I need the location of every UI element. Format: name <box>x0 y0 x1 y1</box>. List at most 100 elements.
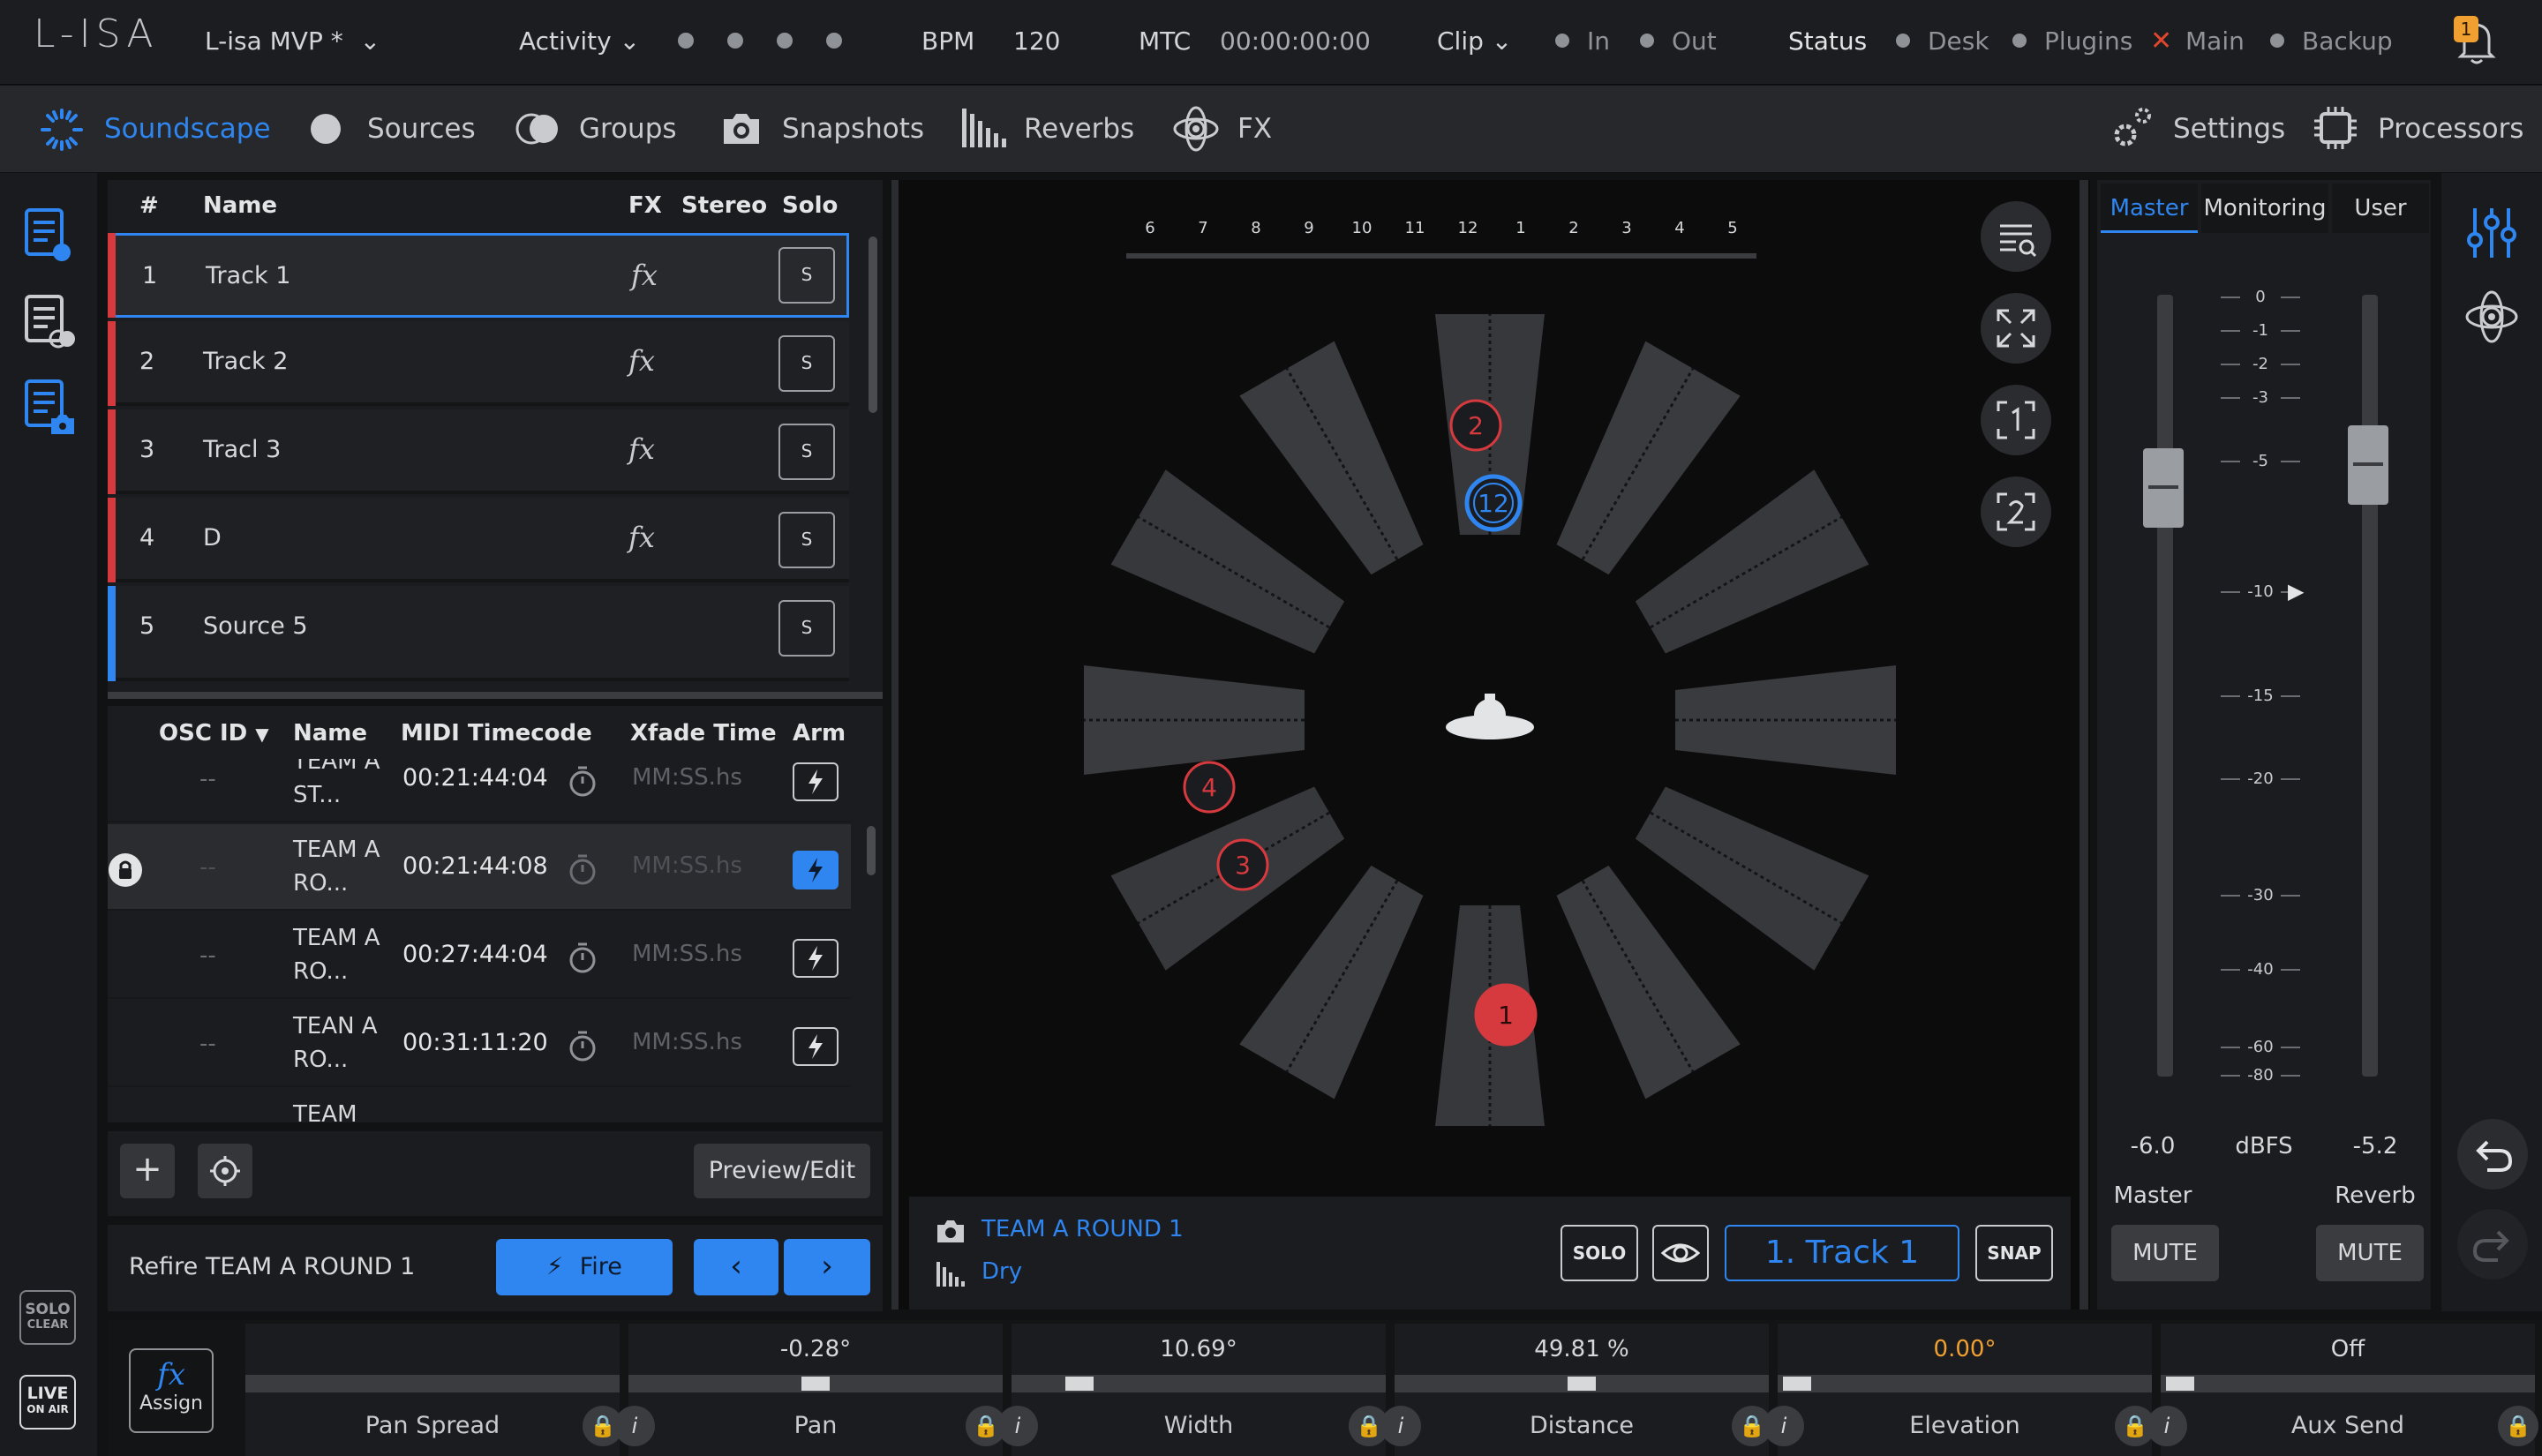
processors-button[interactable]: Processors <box>2378 112 2523 146</box>
col-snap-name[interactable]: Name <box>293 720 367 747</box>
arm-button-active[interactable] <box>793 851 839 889</box>
source-list-view-icon[interactable] <box>23 206 72 263</box>
table-row[interactable]: -- TEAM A ST... 00:21:44:04 MM:SS.hs <box>108 759 851 822</box>
current-reverb-name[interactable]: Dry <box>981 1258 1022 1285</box>
source-marker[interactable]: 3 <box>1216 838 1269 891</box>
settings-button[interactable]: Settings <box>2173 112 2285 146</box>
fire-button[interactable]: ⚡ Fire <box>496 1239 673 1295</box>
param-width[interactable]: 10.69° Width 🔒 i <box>997 1324 1389 1456</box>
visibility-button[interactable] <box>1652 1225 1709 1281</box>
source-marker[interactable]: 1 <box>1474 983 1538 1047</box>
col-osc-id[interactable]: OSC ID ▼ <box>159 720 269 747</box>
tab-user[interactable]: User <box>2332 184 2429 233</box>
panel-splitter[interactable] <box>108 692 883 699</box>
fx-assign-button[interactable]: fx Assign <box>129 1348 214 1433</box>
param-elevation[interactable]: 0.00° Elevation 🔒 i <box>1764 1324 2155 1456</box>
info-icon[interactable]: i <box>997 1406 1038 1446</box>
live-on-air-button[interactable]: LIVE ON AIR <box>19 1375 76 1430</box>
stopwatch-icon[interactable] <box>567 941 598 974</box>
clip-dropdown[interactable]: Clip ⌄ <box>1437 26 1512 56</box>
tab-master[interactable]: Master <box>2101 184 2198 233</box>
notification-bell[interactable]: 1 <box>2450 14 2503 67</box>
param-slider[interactable] <box>2161 1375 2535 1392</box>
tab-sources[interactable]: Sources <box>367 112 476 146</box>
info-icon[interactable]: i <box>1380 1406 1421 1446</box>
col-midi-timecode[interactable]: MIDI Timecode <box>401 720 592 747</box>
master-mute-button[interactable]: MUTE <box>2111 1225 2219 1281</box>
table-row[interactable]: -- TEAM A RO... 00:27:44:04 MM:SS.hs <box>108 912 851 999</box>
reverb-fader-handle[interactable] <box>2348 425 2388 505</box>
midi-timecode[interactable]: 00:21:44:08 <box>402 852 548 880</box>
param-pan[interactable]: -0.28° Pan 🔒 i <box>614 1324 1006 1456</box>
xfade-time[interactable]: MM:SS.hs <box>632 764 742 791</box>
table-row[interactable]: 1 Track 1 fx S <box>108 233 849 318</box>
previous-snapshot-button[interactable]: ‹ <box>694 1239 778 1295</box>
param-aux-send[interactable]: Off Aux Send 🔒 i <box>2147 1324 2538 1456</box>
selected-source-display[interactable]: 1. Track 1 <box>1725 1225 1959 1281</box>
info-icon[interactable]: i <box>614 1406 655 1446</box>
reverb-mute-button[interactable]: MUTE <box>2316 1225 2424 1281</box>
solo-toggle-button[interactable]: SOLO <box>1561 1225 1638 1281</box>
tab-snapshots[interactable]: Snapshots <box>782 112 924 146</box>
table-row[interactable]: 3 Tracl 3 fx S <box>108 409 849 494</box>
table-row[interactable]: -- TEAM A RO... 00:21:44:08 MM:SS.hs <box>108 824 851 911</box>
activity-dropdown[interactable]: Activity ⌄ <box>519 26 640 56</box>
param-distance[interactable]: 49.81 % Distance 🔒 i <box>1380 1324 1772 1456</box>
col-xfade-time[interactable]: Xfade Time <box>630 720 777 747</box>
table-row[interactable]: -- TEAN A RO... 00:31:11:20 MM:SS.hs <box>108 1001 851 1087</box>
solo-clear-button[interactable]: SOLO CLEAR <box>19 1290 76 1345</box>
param-slider[interactable] <box>1012 1375 1386 1392</box>
tab-soundscape[interactable]: Soundscape <box>104 112 271 146</box>
bpm-value[interactable]: 120 <box>1013 26 1060 56</box>
param-slider[interactable] <box>1395 1375 1769 1392</box>
monitoring-orbit-icon[interactable] <box>2464 289 2519 344</box>
mixer-sliders-icon[interactable] <box>2464 205 2519 261</box>
source-marker[interactable]: 12 <box>1464 474 1523 532</box>
next-snapshot-button[interactable]: › <box>784 1239 870 1295</box>
tab-reverbs[interactable]: Reverbs <box>1024 112 1134 146</box>
xfade-time[interactable]: MM:SS.hs <box>632 852 742 879</box>
arm-button[interactable] <box>793 939 839 978</box>
source-marker[interactable]: 4 <box>1183 761 1236 814</box>
soundscape-canvas[interactable]: 6 7 8 9 10 11 12 1 2 3 4 5 212431 <box>899 180 2079 1195</box>
list-search-button[interactable] <box>1981 201 2051 272</box>
xfade-time[interactable]: MM:SS.hs <box>632 941 742 967</box>
arm-button[interactable] <box>793 1027 839 1066</box>
solo-button[interactable]: S <box>778 335 835 392</box>
xfade-time[interactable]: MM:SS.hs <box>632 1029 742 1055</box>
param-pan-spread[interactable]: Pan Spread 🔒 <box>245 1324 623 1456</box>
param-slider[interactable] <box>245 1375 620 1392</box>
col-name[interactable]: Name <box>203 192 277 219</box>
tab-fx[interactable]: FX <box>1237 112 1272 146</box>
table-row[interactable]: 4 D fx S <box>108 498 849 582</box>
add-snapshot-button[interactable]: + <box>120 1144 175 1198</box>
info-icon[interactable]: i <box>2147 1406 2187 1446</box>
lock-icon[interactable] <box>108 852 147 888</box>
expand-button[interactable] <box>1981 293 2051 364</box>
view-1-button[interactable] <box>1981 385 2051 455</box>
source-scrollbar[interactable] <box>869 236 877 413</box>
param-value[interactable]: 0.00° <box>1778 1336 2152 1362</box>
arm-button[interactable] <box>793 762 839 801</box>
master-fader-handle[interactable] <box>2143 448 2184 528</box>
lock-icon[interactable]: 🔒 <box>2498 1406 2538 1446</box>
undo-button[interactable] <box>2457 1119 2528 1190</box>
param-value[interactable]: Off <box>2161 1336 2535 1362</box>
snap-button[interactable]: SNAP <box>1975 1225 2053 1281</box>
tab-monitoring[interactable]: Monitoring <box>2201 184 2328 233</box>
project-selector[interactable]: L-isa MVP * ⌄ <box>205 26 380 56</box>
midi-timecode[interactable]: 00:31:11:20 <box>402 1029 548 1056</box>
stopwatch-icon[interactable] <box>567 1029 598 1062</box>
param-value[interactable]: 49.81 % <box>1395 1336 1769 1362</box>
table-row[interactable]: 2 Track 2 fx S <box>108 321 849 406</box>
midi-timecode[interactable]: 00:27:44:04 <box>402 941 548 968</box>
table-row[interactable]: TEAM <box>108 1089 851 1122</box>
info-icon[interactable]: i <box>1764 1406 1804 1446</box>
stopwatch-icon[interactable] <box>567 852 598 886</box>
solo-button[interactable]: S <box>778 247 835 304</box>
current-snapshot-name[interactable]: TEAM A ROUND 1 <box>981 1216 1184 1242</box>
redo-button[interactable] <box>2457 1209 2528 1280</box>
stopwatch-icon[interactable] <box>567 764 598 798</box>
snapshot-scrollbar[interactable] <box>867 826 876 875</box>
solo-button[interactable]: S <box>778 600 835 657</box>
